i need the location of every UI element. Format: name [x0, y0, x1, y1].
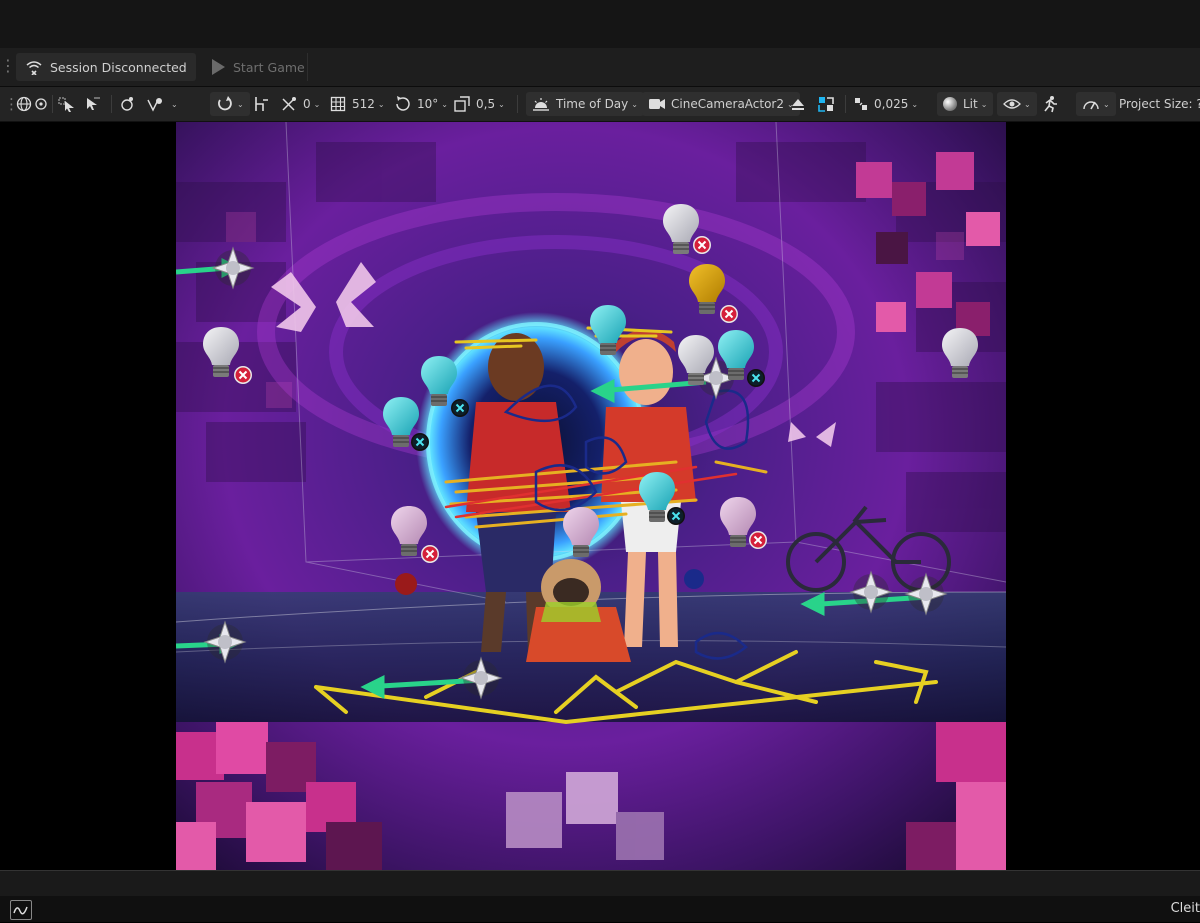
sun-icon: [533, 98, 549, 111]
surface-snap-icon: [35, 98, 47, 110]
start-game-label: Start Game: [233, 59, 305, 75]
viewport-toolbar: ⋮ ⌄ ⌄ 0 ⌄ 512 ⌄ 10° ⌄ 0,5 ⌄ Time of Day …: [0, 87, 1200, 122]
select-tool-alt-button[interactable]: [84, 87, 102, 121]
rotate-icon: [396, 96, 410, 111]
play-icon: [212, 59, 225, 75]
time-of-day-label: Time of Day: [556, 97, 629, 111]
session-status-button[interactable]: Session Disconnected: [16, 53, 196, 81]
cinematic-icon: [818, 97, 834, 112]
select-tool-button[interactable]: [58, 87, 76, 121]
globe-icon: [16, 96, 32, 112]
surface-snap-button[interactable]: [34, 87, 48, 121]
camera-dropdown[interactable]: CineCameraActor2 ⌄: [642, 92, 800, 116]
status-text: Cleit: [1170, 901, 1200, 916]
session-status-label: Session Disconnected: [50, 59, 187, 75]
brush-tool-dropdown[interactable]: ⌄: [146, 87, 178, 121]
show-flags-dropdown[interactable]: ⌄: [997, 92, 1037, 116]
transform-icon: [121, 97, 133, 111]
camera-label: CineCameraActor2: [671, 97, 785, 111]
eject-pilot-button[interactable]: [790, 87, 806, 121]
eye-icon: [1003, 99, 1021, 109]
scale-icon: [454, 96, 470, 112]
translate-snap-value: 0: [303, 97, 311, 111]
grid-icon: [330, 96, 346, 112]
surface-align-button[interactable]: [253, 87, 271, 121]
view-mode-dropdown[interactable]: Lit ⌄: [937, 92, 994, 116]
game-view-button[interactable]: [1041, 87, 1059, 121]
select-alt-icon: [87, 97, 100, 110]
lit-sphere-icon: [943, 97, 957, 111]
runner-icon: [1044, 96, 1057, 113]
transform-tool-button[interactable]: [118, 87, 136, 121]
camera-speed-dropdown[interactable]: 0,025 ⌄: [853, 87, 918, 121]
view-mode-label: Lit: [963, 97, 978, 111]
title-bar: [0, 0, 1200, 48]
time-of-day-dropdown[interactable]: Time of Day ⌄: [526, 92, 644, 116]
grip-handle[interactable]: [0, 56, 16, 76]
cinematic-preview-button[interactable]: [817, 87, 835, 121]
settings-icon: [1083, 101, 1099, 110]
project-size-label: Project Size: ??: [1119, 97, 1200, 111]
start-game-button[interactable]: Start Game: [205, 53, 308, 81]
surface-align-icon: [255, 97, 268, 111]
eject-icon: [792, 99, 804, 110]
snap-toggle-dropdown[interactable]: ⌄: [210, 92, 250, 116]
coordinate-space-button[interactable]: [16, 87, 32, 121]
rotation-snap-dropdown[interactable]: 10° ⌄: [394, 87, 448, 121]
grid-snap-value: 512: [352, 97, 375, 111]
speed-icon: [855, 98, 867, 110]
translate-snap-dropdown[interactable]: 0 ⌄: [280, 87, 320, 121]
select-icon: [58, 97, 74, 112]
scale-snap-dropdown[interactable]: 0,5 ⌄: [453, 87, 505, 121]
rotation-snap-value: 10°: [417, 97, 439, 111]
brush-icon: [147, 98, 162, 112]
level-viewport[interactable]: [0, 122, 1200, 870]
viewport-bottom-bar: [0, 870, 1200, 897]
wifi-off-icon: [26, 59, 42, 76]
snap-icon: [218, 96, 232, 111]
output-log-icon[interactable]: [10, 900, 32, 920]
grid-snap-dropdown[interactable]: 512 ⌄: [330, 87, 385, 121]
scene-render[interactable]: [176, 122, 1006, 870]
status-bar: Cleit: [0, 896, 1200, 922]
camera-icon: [649, 99, 665, 109]
scale-snap-value: 0,5: [476, 97, 496, 111]
translate-snap-icon: [282, 97, 296, 111]
session-bar: Session Disconnected Start Game: [0, 48, 1200, 87]
scalability-dropdown[interactable]: ⌄: [1076, 92, 1116, 116]
camera-speed-value: 0,025: [874, 97, 909, 111]
